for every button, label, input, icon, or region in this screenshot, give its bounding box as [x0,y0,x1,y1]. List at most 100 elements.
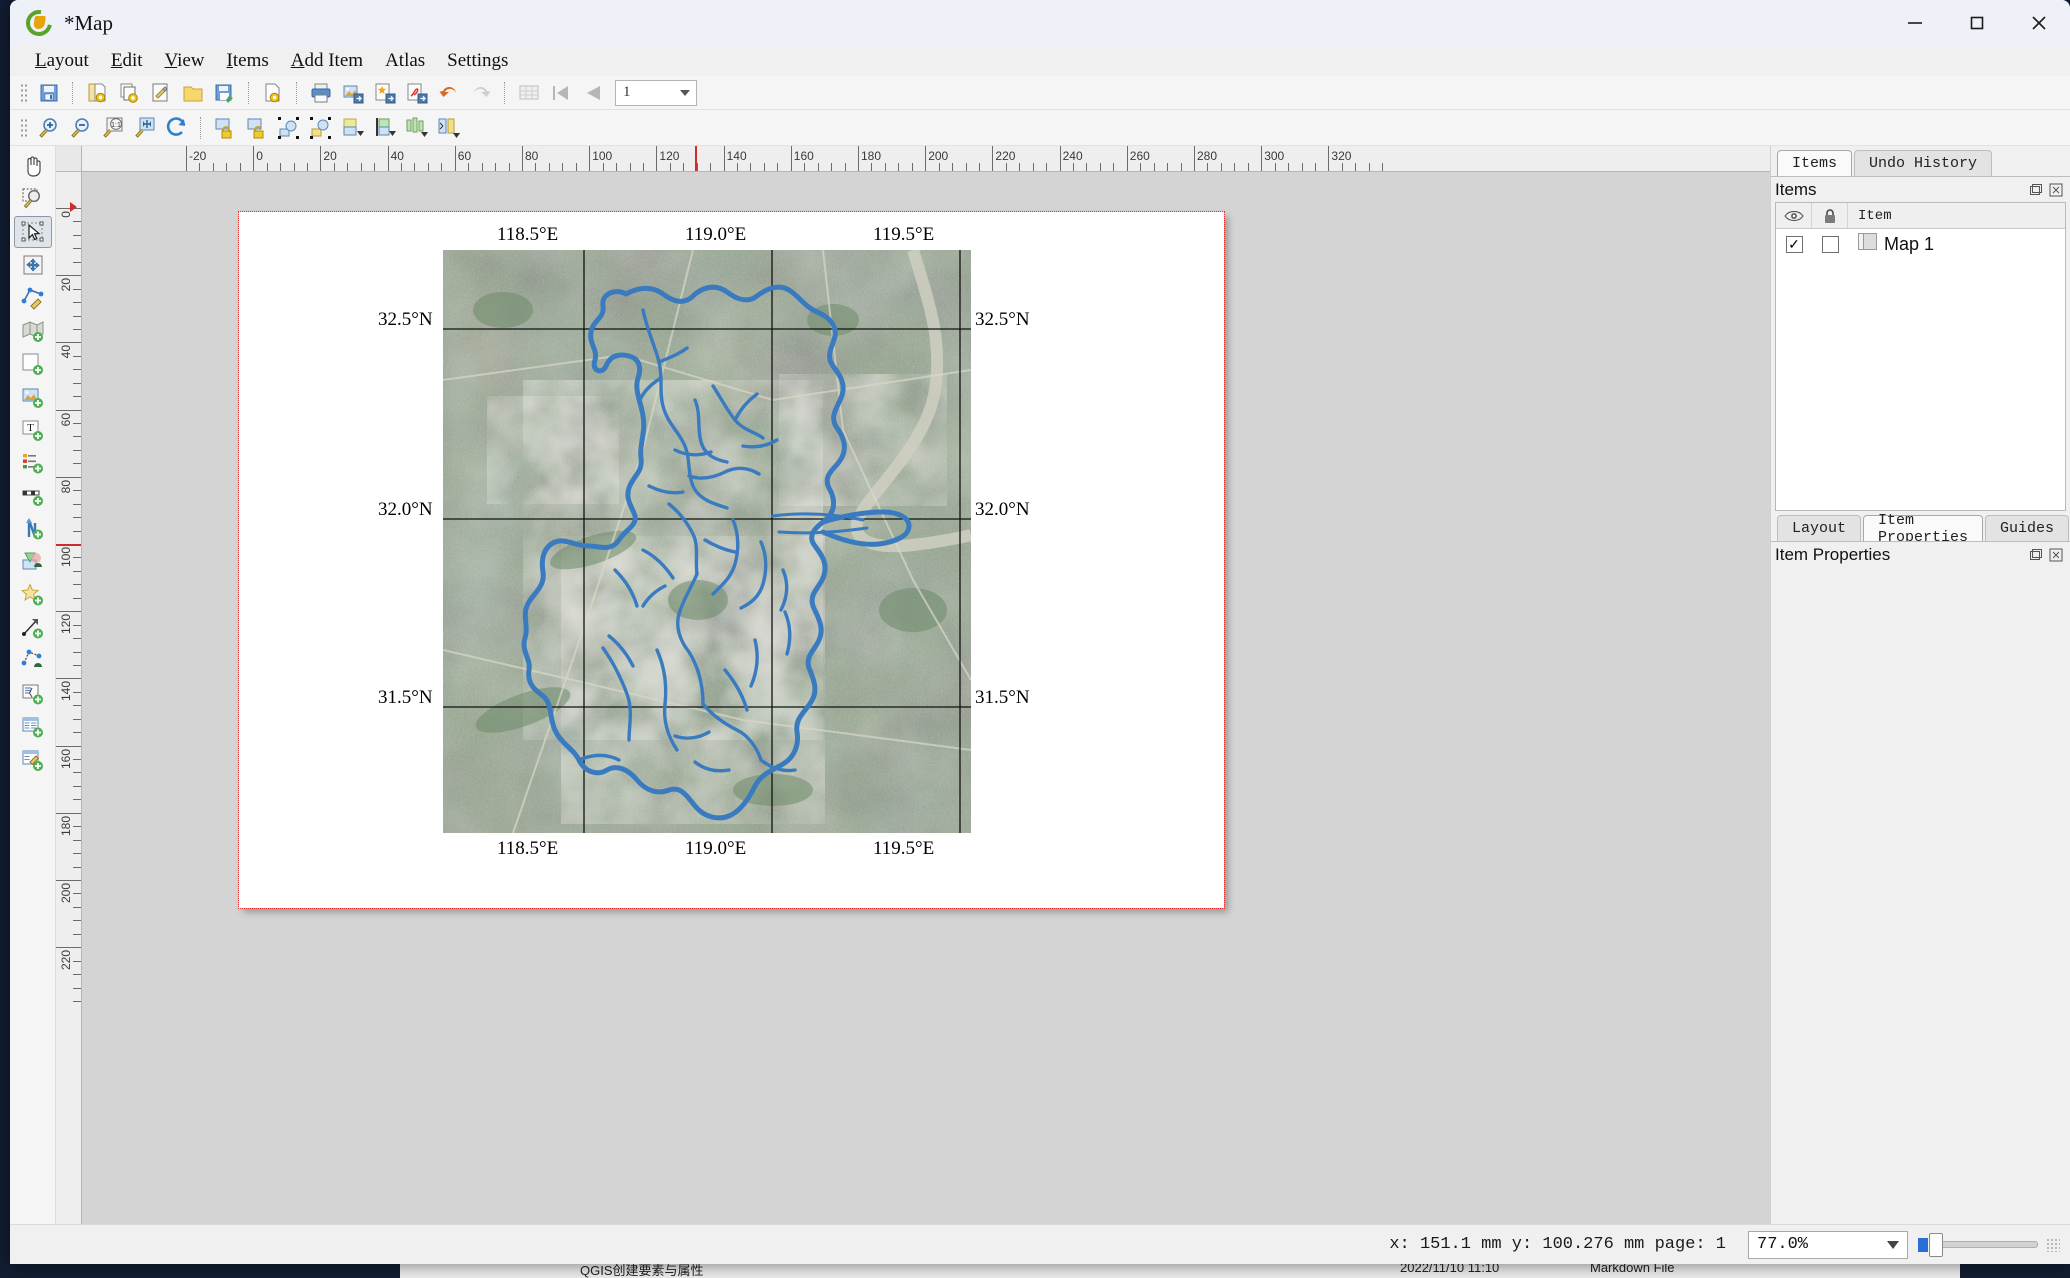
properties-panel-undock-icon[interactable] [2028,547,2044,563]
nav-toolbar-grip[interactable] [20,118,28,138]
maximize-button[interactable] [1946,0,2008,46]
ruler-tick-minor [1275,163,1276,171]
zoom-actual-button[interactable]: 1:1 [97,113,129,143]
ruler-label: 260 [1130,149,1150,163]
group-items-button[interactable] [273,113,305,143]
zoom-tool[interactable] [14,183,52,215]
add-shape-tool[interactable] [14,348,52,380]
add-map-tool[interactable] [14,315,52,347]
duplicate-layout-button[interactable] [113,78,145,108]
save-layout-button[interactable] [33,78,65,108]
add-star-tool[interactable] [14,579,52,611]
items-panel-close-icon[interactable] [2048,182,2064,198]
ruler-tick-minor [831,163,832,171]
lower-items-button[interactable] [369,113,401,143]
undo-button[interactable] [433,78,465,108]
items-panel-title: Items [1775,180,1817,200]
export-image-button[interactable] [337,78,369,108]
align-items-button[interactable] [401,113,433,143]
ruler-tick-minor [73,463,81,464]
export-pdf-button[interactable] [401,78,433,108]
layout-canvas[interactable]: 118.5°E 119.0°E 119.5°E 118.5°E 119.0°E … [82,172,1770,1224]
items-table[interactable]: Item ✓ [1775,202,2066,511]
atlas-preview-button[interactable] [513,78,545,108]
ruler-tick-minor [966,163,967,171]
edit-nodes-tool[interactable] [14,282,52,314]
background-window[interactable]: QGIS创建要素与属性 2022/11/10 11:10 Markdown Fi… [400,1262,1960,1278]
zoom-level-combo[interactable]: 77.0% [1748,1231,1908,1259]
tab-layout[interactable]: Layout [1777,515,1861,541]
zoom-slider[interactable] [1918,1231,2038,1259]
lock-items-button[interactable] [209,113,241,143]
menu-atlas[interactable]: Atlas [374,48,436,74]
add-marker-tool[interactable] [14,546,52,578]
row-visibility-checkbox[interactable]: ✓ [1776,236,1812,253]
zoom-out-button[interactable] [65,113,97,143]
menu-layout[interactable]: LLayoutayout [24,48,100,74]
menu-view[interactable]: View [154,48,216,74]
redo-button[interactable] [465,78,497,108]
close-button[interactable] [2008,0,2070,46]
distribute-items-button[interactable] [433,113,465,143]
svg-text:T: T [27,422,34,434]
tab-undo-history[interactable]: Undo History [1854,150,1992,176]
add-polyline-tool[interactable] [14,645,52,677]
minimize-button[interactable] [1884,0,1946,46]
row-item-cell[interactable]: Map 1 [1848,233,2065,255]
add-arrow-tool[interactable] [14,612,52,644]
add-attribute-table-tool[interactable] [14,711,52,743]
unlock-items-button[interactable] [241,113,273,143]
chevron-down-icon[interactable] [680,90,690,96]
atlas-first-button[interactable] [545,78,577,108]
window-resize-grip[interactable] [2046,1238,2060,1252]
add-label-tool[interactable]: T [14,414,52,446]
layout-properties-button[interactable] [257,78,289,108]
menu-items[interactable]: Items [216,48,280,74]
atlas-prev-button[interactable] [577,78,609,108]
toolbar-grip[interactable] [20,83,28,103]
refresh-button[interactable] [161,113,193,143]
print-button[interactable] [305,78,337,108]
properties-panel-close-icon[interactable] [2048,547,2064,563]
export-svg-button[interactable] [369,78,401,108]
menu-edit[interactable]: Edit [100,48,154,74]
add-picture-tool[interactable] [14,381,52,413]
atlas-page-combo[interactable]: 1 [615,80,697,106]
move-item-content-tool[interactable] [14,249,52,281]
select-move-item-tool[interactable] [14,216,52,248]
menu-settings[interactable]: Settings [436,48,519,74]
save-template-button[interactable] [209,78,241,108]
raise-items-button[interactable] [337,113,369,143]
open-template-button[interactable] [177,78,209,108]
ruler-label: 0 [256,149,263,163]
vertical-ruler[interactable]: 020406080100120140160180200220 [56,172,82,1224]
add-scalebar-tool[interactable] [14,480,52,512]
add-fixed-table-tool[interactable] [14,744,52,776]
ruler-tick-minor [562,163,563,171]
layout-manager-button[interactable] [145,78,177,108]
tab-items[interactable]: Items [1777,150,1852,176]
ungroup-items-button[interactable] [305,113,337,143]
menu-add-item[interactable]: Add Item [280,48,374,74]
items-panel-undock-icon[interactable] [2028,182,2044,198]
row-lock-checkbox[interactable] [1812,236,1848,253]
zoom-full-button[interactable] [129,113,161,143]
add-north-arrow-tool[interactable] [14,513,52,545]
horizontal-ruler[interactable]: -200204060801001201401601802002202402602… [82,146,1770,172]
layout-page[interactable]: 118.5°E 119.0°E 119.5°E 118.5°E 119.0°E … [239,212,1224,908]
add-legend-tool[interactable] [14,447,52,479]
ruler-tick-minor [1073,163,1074,171]
zoom-in-button[interactable] [33,113,65,143]
ruler-tick-minor [73,652,81,653]
new-layout-button[interactable] [81,78,113,108]
tab-guides[interactable]: Guides [1985,515,2069,541]
ruler-tick-minor [73,893,81,894]
tab-item-properties[interactable]: Item Properties [1863,515,1983,541]
desktop-background: QGIS创建要素与属性 2022/11/10 11:10 Markdown Fi… [0,0,2070,1278]
map-item-map-1[interactable] [443,250,971,833]
chevron-down-icon[interactable] [1887,1241,1899,1249]
pan-tool[interactable] [14,150,52,182]
add-html-tool[interactable] [14,678,52,710]
zoom-slider-handle[interactable] [1929,1233,1943,1257]
table-row[interactable]: ✓ Map 1 [1776,229,2065,259]
